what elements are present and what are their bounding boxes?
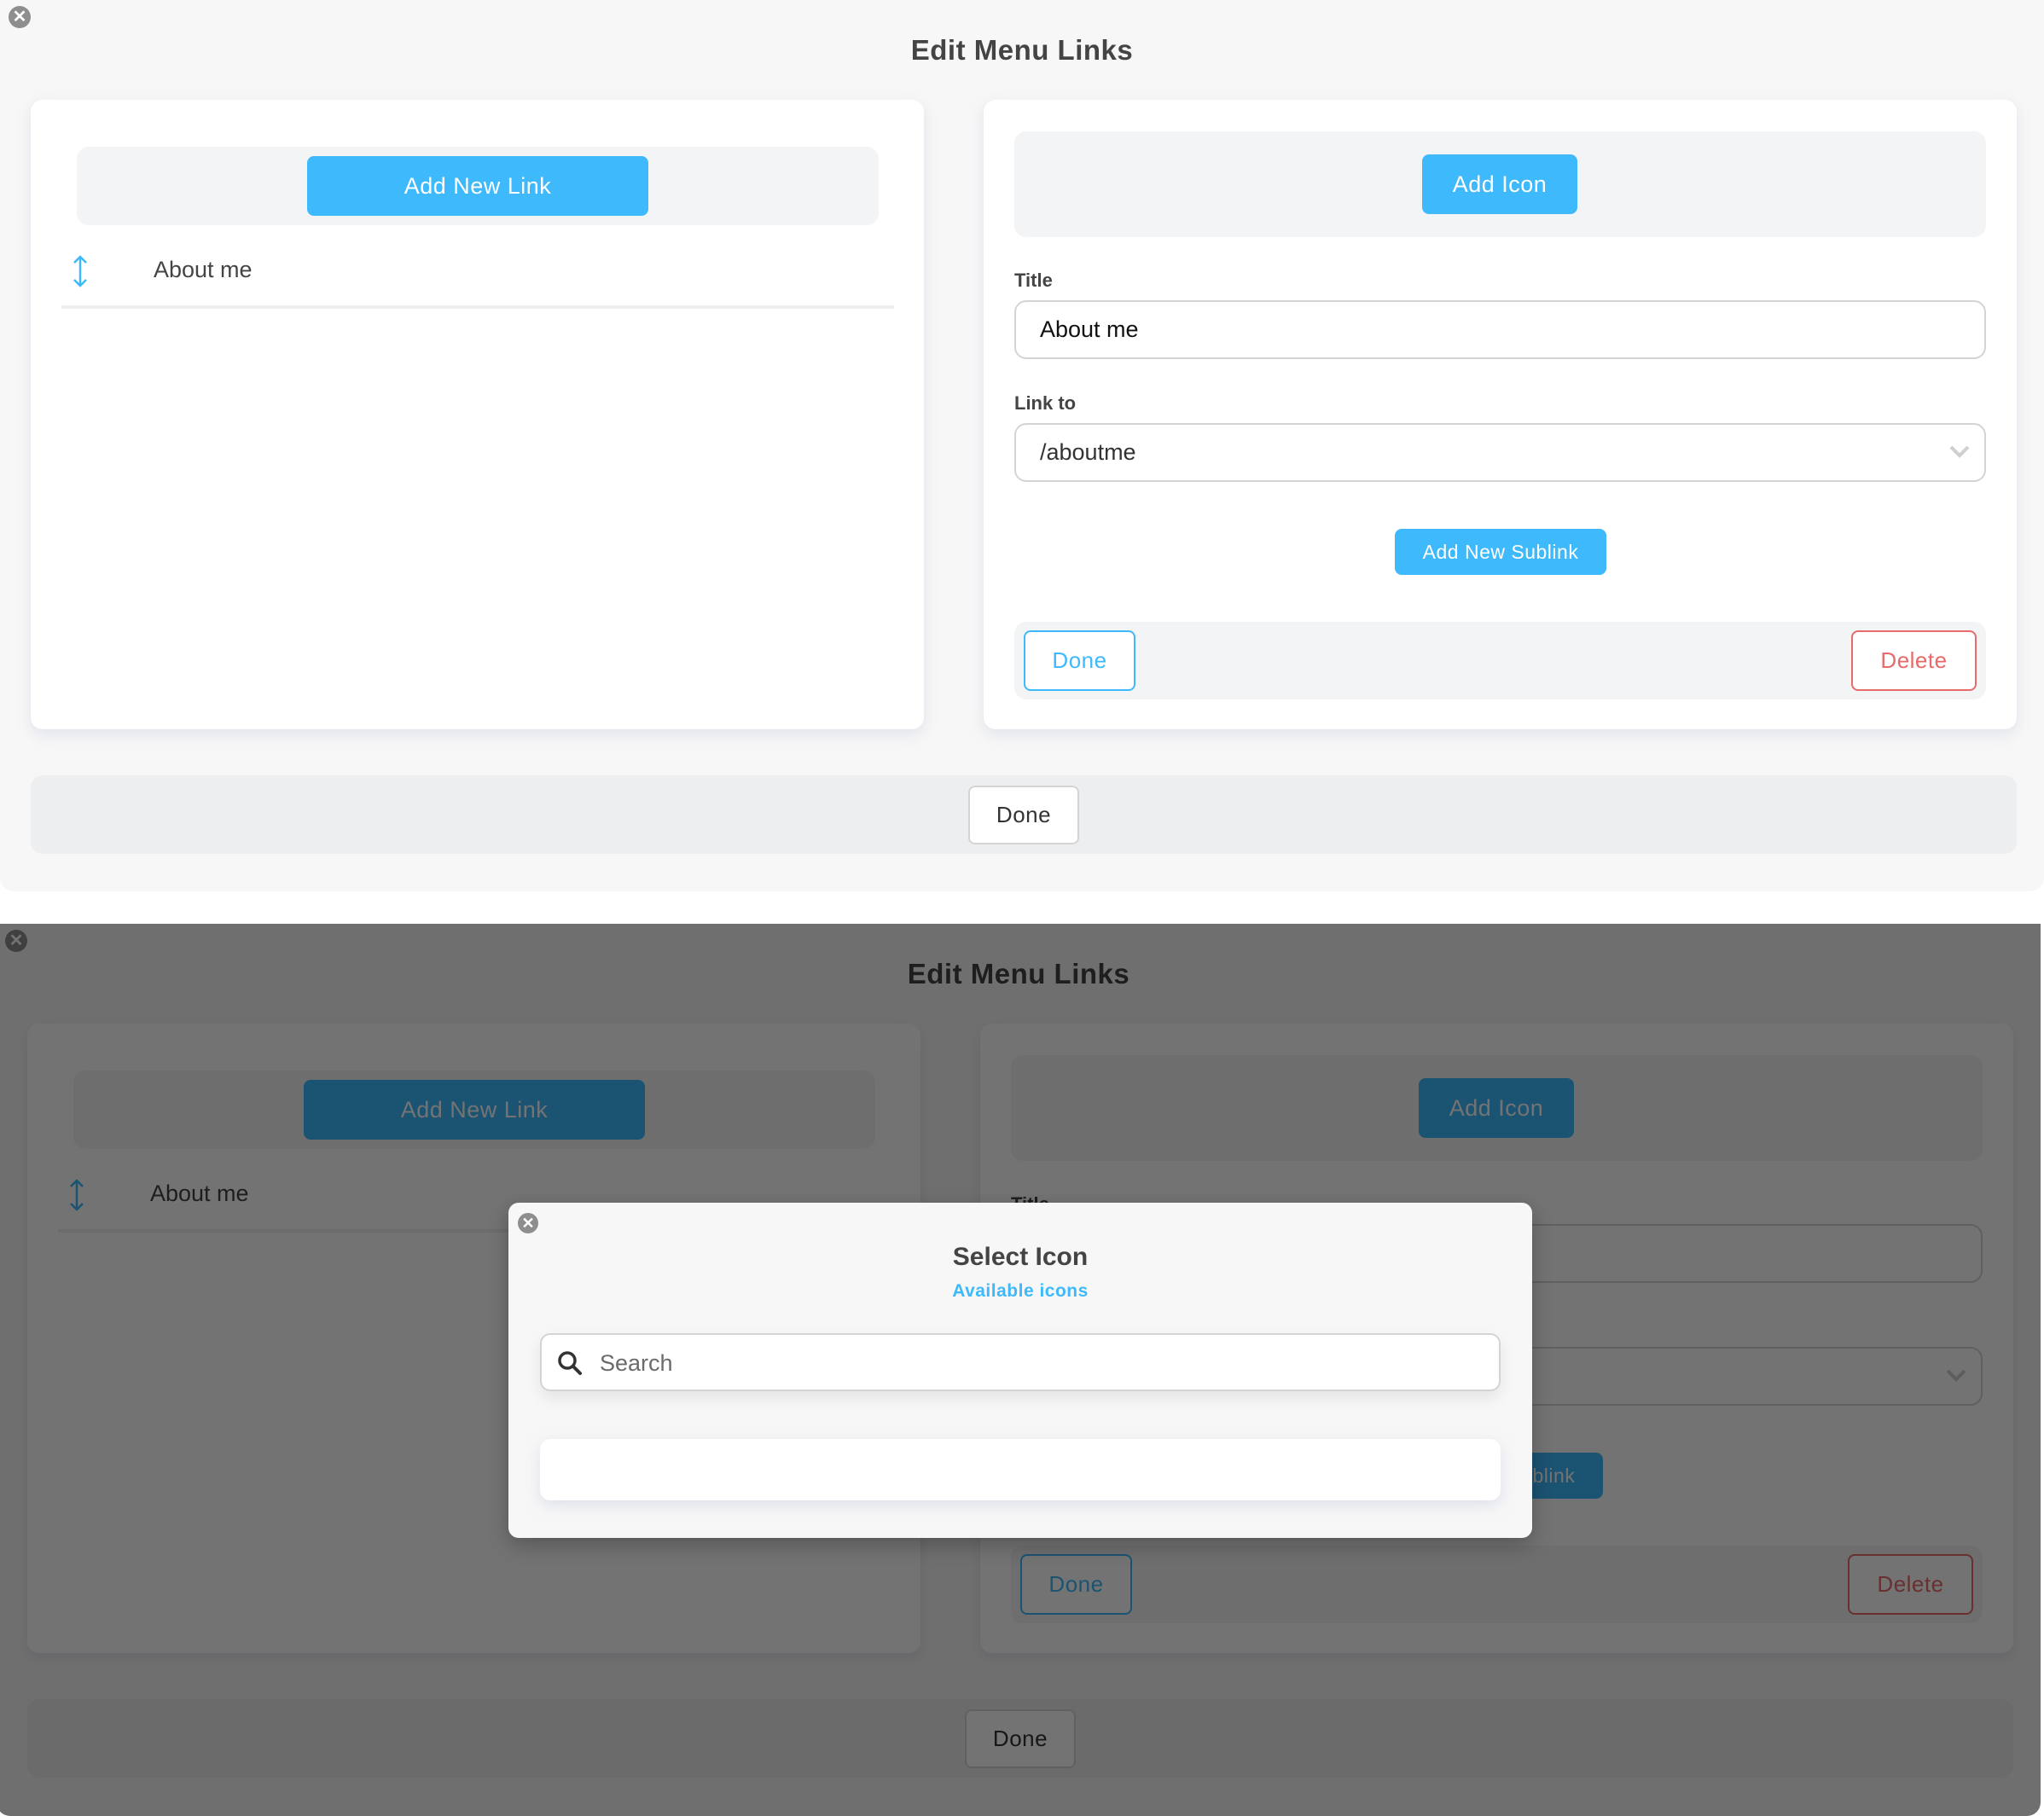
- list-item[interactable]: About me: [61, 245, 894, 313]
- close-icon[interactable]: ✕: [9, 6, 31, 28]
- drag-handle-icon[interactable]: [70, 253, 90, 289]
- close-icon[interactable]: ✕: [518, 1213, 538, 1233]
- chevron-down-icon: [1949, 445, 1970, 458]
- links-panel-header: Add New Link: [77, 147, 879, 225]
- add-icon-button[interactable]: Add Icon: [1422, 154, 1577, 214]
- dialog-footer: Done: [31, 775, 2017, 854]
- link-to-value[interactable]: /aboutme: [1014, 423, 1986, 482]
- add-new-link-button[interactable]: Add New Link: [307, 156, 648, 216]
- title-input[interactable]: [1014, 300, 1986, 359]
- editor-actions: Done Delete: [1014, 622, 1986, 699]
- edit-menu-links-dialog: ✕ Edit Menu Links Add New Link About me …: [0, 0, 2044, 891]
- link-to-select[interactable]: /aboutme: [1014, 423, 1986, 482]
- icon-search-field[interactable]: [540, 1333, 1501, 1391]
- links-panel: Add New Link About me: [31, 100, 924, 729]
- dialog-title: Edit Menu Links: [910, 34, 1134, 66]
- delete-button[interactable]: Delete: [1851, 630, 1977, 691]
- list-item-label: About me: [154, 257, 253, 282]
- search-icon: [558, 1351, 582, 1375]
- icon-results-list: [540, 1439, 1501, 1500]
- link-to-label: Link to: [1014, 392, 1077, 414]
- divider: [61, 305, 894, 309]
- add-new-sublink-button[interactable]: Add New Sublink: [1395, 529, 1606, 575]
- select-icon-modal: ✕ Select Icon Available icons: [508, 1203, 1532, 1538]
- available-icons-link[interactable]: Available icons: [508, 1281, 1532, 1302]
- done-button[interactable]: Done: [1024, 630, 1135, 691]
- icon-header: Add Icon: [1014, 131, 1986, 237]
- search-input[interactable]: [598, 1335, 1489, 1391]
- footer-done-button[interactable]: Done: [968, 786, 1079, 844]
- link-editor-panel: Add Icon Title Link to /aboutme Add New …: [984, 100, 2017, 729]
- modal-title: Select Icon: [952, 1243, 1089, 1271]
- title-label: Title: [1014, 270, 1053, 291]
